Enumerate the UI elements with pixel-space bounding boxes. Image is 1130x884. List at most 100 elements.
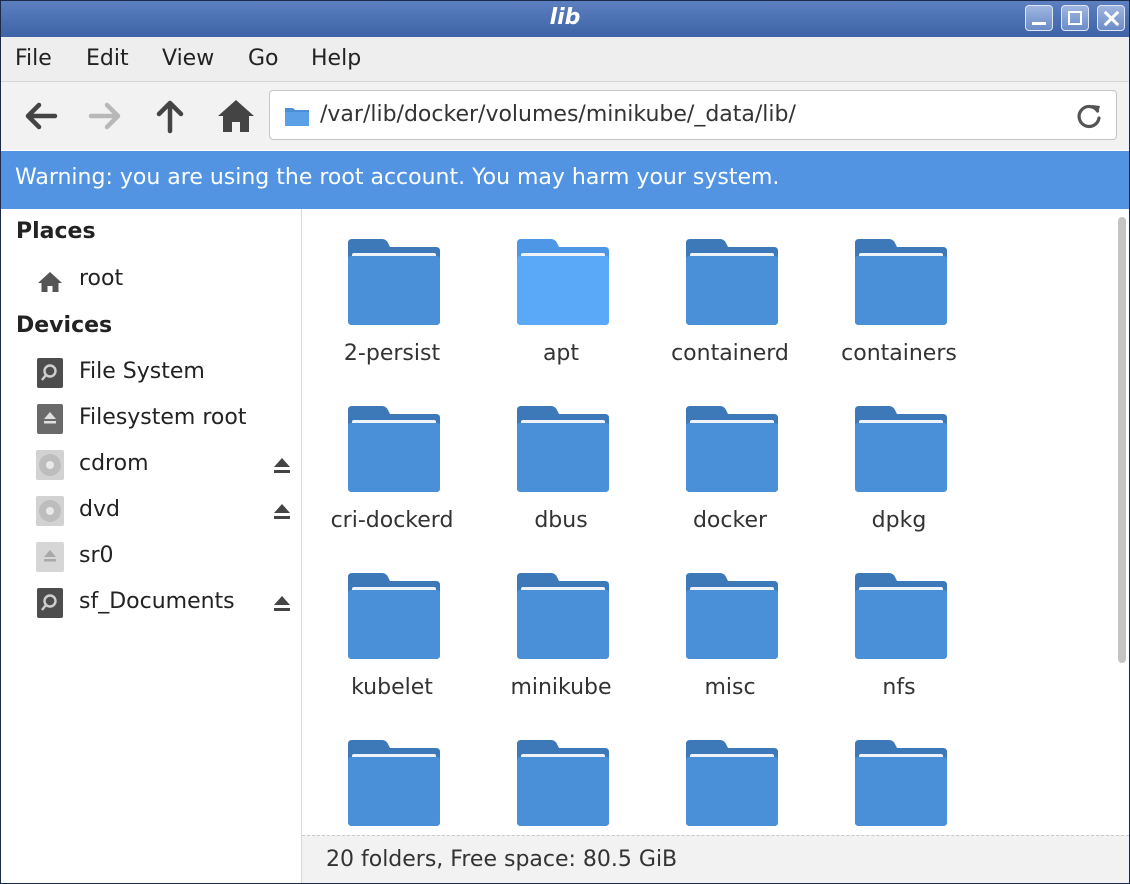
status-text: 20 folders, Free space: 80.5 GiB (326, 847, 678, 872)
folder-item[interactable]: apt (477, 209, 645, 369)
folder-icon (348, 406, 440, 492)
folder-item[interactable]: containers (815, 209, 983, 369)
sidebar-item-label: sr0 (79, 543, 114, 568)
folder-item[interactable] (477, 710, 645, 835)
folder-icon (348, 239, 440, 325)
menu-edit[interactable]: Edit (86, 46, 129, 71)
menu-bar: File Edit View Go Help (1, 37, 1129, 82)
sidebar-item-label: Filesystem root (79, 405, 247, 430)
folder-name: minikube (510, 675, 612, 700)
devices-heading: Devices (16, 313, 113, 338)
folder-icon (517, 406, 609, 492)
home-icon (218, 100, 254, 132)
root-warning-bar: Warning: you are using the root account.… (1, 151, 1129, 209)
file-manager-window: lib File Edit View Go Help /var/lib/dock… (0, 0, 1130, 884)
sidebar-item-dvd[interactable]: dvd (1, 489, 301, 533)
folder-name: 2-persist (343, 341, 441, 366)
reload-icon[interactable] (1074, 101, 1104, 131)
warning-text: Warning: you are using the root account.… (15, 165, 780, 190)
folder-item[interactable] (308, 710, 476, 835)
folder-icon (517, 573, 609, 659)
folder-name: apt (542, 341, 580, 366)
folder-name: cri-dockerd (330, 508, 454, 533)
folder-icon (686, 740, 778, 826)
location-bar[interactable]: /var/lib/docker/volumes/minikube/_data/l… (269, 90, 1117, 140)
folder-item[interactable] (646, 710, 814, 835)
sidebar-item-sr0[interactable]: sr0 (1, 535, 301, 579)
folder-item[interactable]: docker (646, 376, 814, 536)
menu-view[interactable]: View (162, 46, 214, 71)
folder-name: docker (692, 508, 768, 533)
home-icon (38, 272, 62, 292)
sidebar-item-label: cdrom (79, 451, 149, 476)
sidebar-item-label: File System (79, 359, 205, 384)
eject-icon[interactable] (271, 455, 293, 477)
sidebar-item-filesystem-root[interactable]: Filesystem root (1, 397, 301, 441)
home-button[interactable] (212, 92, 260, 140)
back-button[interactable] (17, 92, 65, 140)
toolbar: /var/lib/docker/volumes/minikube/_data/l… (1, 82, 1129, 150)
drive-icon (37, 358, 63, 388)
file-view[interactable]: 2-persist apt containerd containers cri-dock… (302, 209, 1129, 835)
folder-name: containers (841, 341, 957, 366)
folder-icon (686, 406, 778, 492)
folder-item[interactable]: containerd (646, 209, 814, 369)
drive-eject-icon (37, 404, 63, 434)
menu-file[interactable]: File (15, 46, 52, 71)
folder-icon (686, 573, 778, 659)
folder-name: nfs (882, 675, 916, 700)
status-bar: 20 folders, Free space: 80.5 GiB (302, 835, 1129, 883)
minimize-button[interactable] (1025, 5, 1053, 31)
close-button[interactable] (1097, 5, 1125, 31)
folder-icon (855, 406, 947, 492)
sidebar-item-label: dvd (79, 497, 120, 522)
folder-item[interactable]: misc (646, 543, 814, 703)
folder-icon (285, 108, 309, 126)
eject-icon[interactable] (271, 593, 293, 615)
sidebar-item-cdrom[interactable]: cdrom (1, 443, 301, 487)
folder-icon (348, 740, 440, 826)
folder-icon (517, 740, 609, 826)
back-icon (25, 102, 58, 130)
drive-icon (37, 588, 63, 618)
folder-name: containerd (671, 341, 789, 366)
folder-item[interactable]: minikube (477, 543, 645, 703)
folder-icon (348, 573, 440, 659)
folder-icon (855, 573, 947, 659)
sidebar: Places root Devices File System Filesyst… (1, 209, 302, 883)
menu-go[interactable]: Go (248, 46, 279, 71)
forward-icon (88, 102, 121, 130)
disc-icon (36, 450, 64, 480)
location-input[interactable]: /var/lib/docker/volumes/minikube/_data/l… (320, 102, 796, 127)
folder-icon (686, 239, 778, 325)
folder-item[interactable]: dpkg (815, 376, 983, 536)
folder-icon (517, 239, 609, 325)
folder-name: kubelet (351, 675, 433, 700)
folder-icon (855, 239, 947, 325)
up-button[interactable] (146, 92, 194, 140)
sidebar-item-root[interactable]: root (1, 258, 301, 302)
title-bar[interactable]: lib (1, 1, 1129, 37)
folder-name: dpkg (871, 508, 927, 533)
scrollbar-thumb[interactable] (1118, 217, 1126, 663)
sidebar-item-sf-documents[interactable]: sf_Documents (1, 581, 301, 625)
folder-item[interactable]: dbus (477, 376, 645, 536)
folder-item[interactable]: kubelet (308, 543, 476, 703)
folder-name: dbus (534, 508, 588, 533)
forward-button[interactable] (81, 92, 129, 140)
folder-item[interactable]: nfs (815, 543, 983, 703)
menu-help[interactable]: Help (311, 46, 361, 71)
folder-item[interactable]: cri-dockerd (308, 376, 476, 536)
disc-icon (36, 496, 64, 526)
sidebar-item-file-system[interactable]: File System (1, 351, 301, 395)
places-heading: Places (16, 219, 96, 244)
eject-icon[interactable] (271, 501, 293, 523)
sidebar-item-label: root (79, 266, 124, 291)
maximize-button[interactable] (1061, 5, 1089, 31)
sidebar-item-label: sf_Documents (79, 589, 235, 614)
folder-item[interactable] (815, 710, 983, 835)
optical-eject-icon (36, 542, 64, 572)
folder-icon (855, 740, 947, 826)
folder-item[interactable]: 2-persist (308, 209, 476, 369)
up-icon (156, 100, 184, 134)
